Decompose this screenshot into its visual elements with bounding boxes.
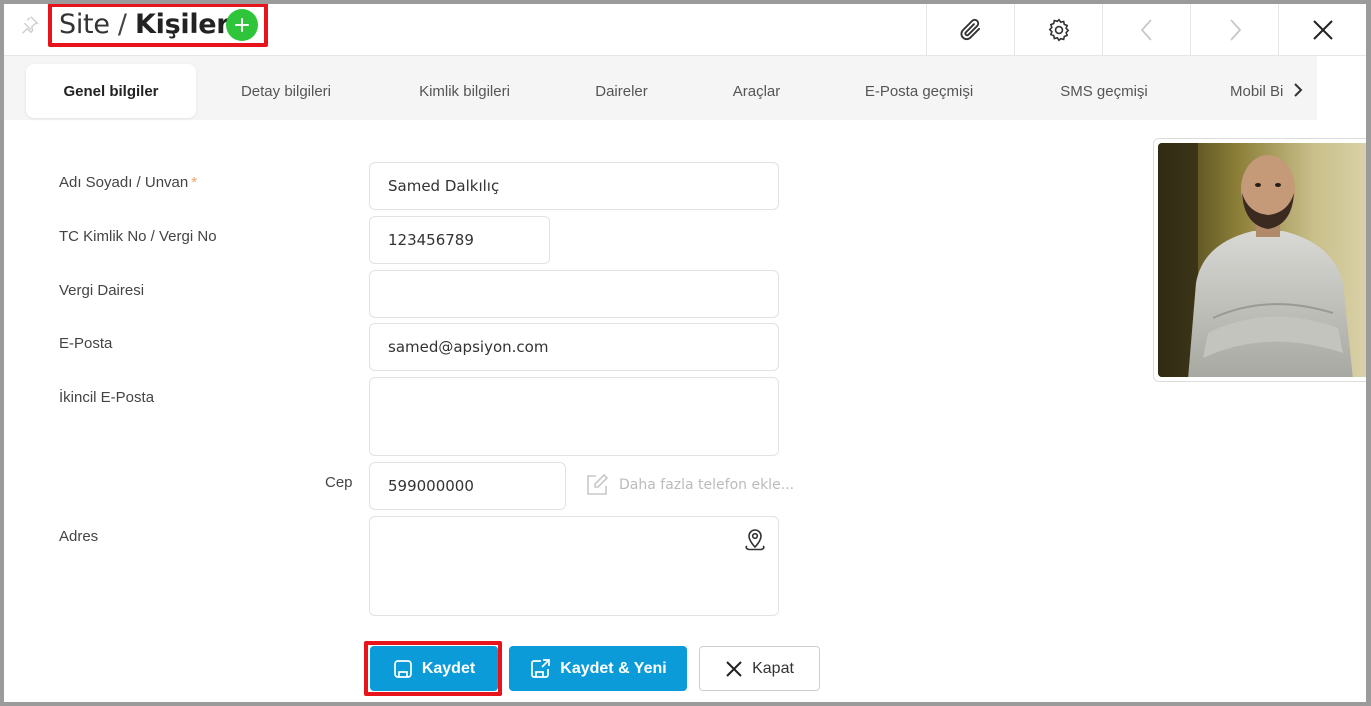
avatar (1158, 143, 1366, 377)
tc-label: TC Kimlik No / Vergi No (59, 228, 217, 245)
tab-eposta-gecmisi[interactable]: E-Posta geçmişi (844, 64, 994, 118)
chevron-left-icon (1140, 18, 1152, 41)
tab-mobil[interactable]: Mobil Bi (1214, 64, 1284, 118)
save-and-new-button[interactable]: Kaydet & Yeni (509, 646, 687, 691)
tab-bar: Genel bilgiler Detay bilgileri Kimlik bi… (4, 56, 1317, 120)
name-label: Adı Soyadı / Unvan * (59, 174, 198, 191)
header-tools (926, 4, 1366, 55)
tc-field[interactable]: 123456789 (369, 216, 550, 264)
save-new-icon (531, 658, 551, 678)
save-button[interactable]: Kaydet (370, 646, 498, 691)
breadcrumb-current: Kişiler (135, 9, 230, 40)
close-window-button[interactable] (1278, 4, 1366, 55)
gear-icon (1048, 17, 1069, 42)
add-new-button[interactable] (226, 9, 258, 41)
close-icon (1312, 19, 1333, 40)
email-label: E-Posta (59, 335, 113, 352)
add-more-phone-link[interactable]: Daha fazla telefon ekle... (584, 472, 794, 498)
close-x-icon (726, 660, 742, 677)
paperclip-icon (959, 18, 980, 40)
next-record-button[interactable] (1190, 4, 1278, 55)
breadcrumb-parent[interactable]: Site (59, 9, 110, 40)
map-pin-icon[interactable] (742, 527, 768, 553)
previous-record-button[interactable] (1102, 4, 1190, 55)
close-button-label: Kapat (752, 659, 794, 677)
secondary-email-label: İkincil E-Posta (59, 389, 155, 406)
page-title: Site / Kişiler (59, 9, 230, 40)
save-and-new-label: Kaydet & Yeni (560, 659, 667, 677)
plus-icon (235, 18, 249, 32)
secondary-email-field[interactable] (369, 377, 779, 456)
tax-office-label: Vergi Dairesi (59, 282, 145, 299)
window-header: Site / Kişiler (4, 4, 1366, 56)
tab-sms-gecmisi[interactable]: SMS geçmişi (1039, 64, 1169, 118)
save-button-label: Kaydet (421, 659, 476, 677)
tab-scroll-right-icon[interactable] (1291, 82, 1305, 98)
name-field[interactable]: Samed Dalkılıç (369, 162, 779, 210)
address-label: Adres (59, 528, 99, 545)
email-field[interactable]: samed@apsiyon.com (369, 323, 779, 371)
contact-form-window: Site / Kişiler Genel bilgiler Detay bilg… (4, 4, 1366, 702)
tab-genel-bilgiler[interactable]: Genel bilgiler (26, 64, 196, 118)
pin-icon[interactable] (18, 14, 40, 36)
tax-office-field[interactable] (369, 270, 779, 318)
close-button[interactable]: Kapat (699, 646, 820, 691)
tab-kimlik-bilgileri[interactable]: Kimlik bilgileri (392, 64, 537, 118)
attachment-button[interactable] (926, 4, 1014, 55)
tab-daireler[interactable]: Daireler (574, 64, 669, 118)
tab-araclar[interactable]: Araçlar (709, 64, 804, 118)
mobile-label: Cep (325, 474, 353, 491)
mobile-field[interactable]: 599000000 (369, 462, 566, 510)
address-field[interactable] (369, 516, 779, 616)
add-more-phone-label: Daha fazla telefon ekle... (619, 477, 795, 493)
profile-photo[interactable] (1153, 138, 1366, 382)
chevron-right-icon (1229, 18, 1241, 41)
required-mark: * (191, 174, 198, 191)
edit-icon (587, 473, 609, 495)
breadcrumb-separator: / (109, 9, 136, 40)
settings-button[interactable] (1014, 4, 1102, 55)
tab-detay-bilgileri[interactable]: Detay bilgileri (216, 64, 356, 118)
save-icon (393, 659, 412, 678)
